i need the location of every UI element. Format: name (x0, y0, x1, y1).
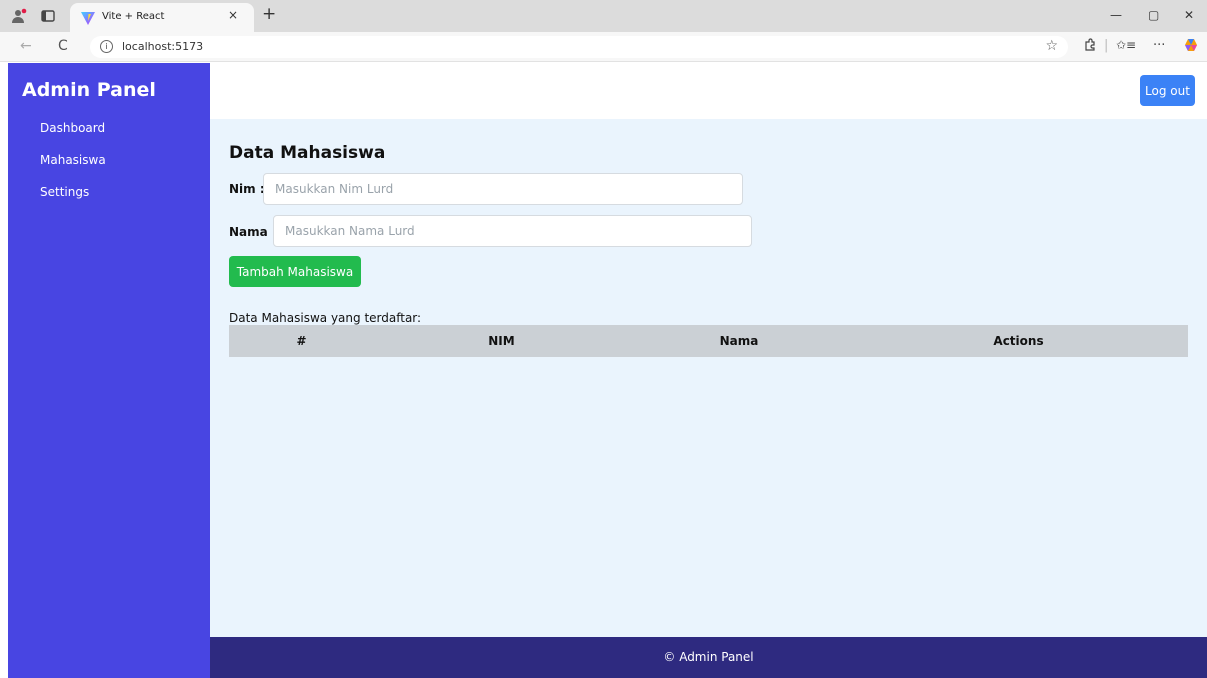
vite-logo-icon (81, 12, 95, 25)
sidebar-item-dashboard[interactable]: Dashboard (40, 121, 105, 135)
nim-label: Nim : (229, 182, 265, 196)
tab-actions-icon[interactable] (40, 8, 56, 24)
page-title: Data Mahasiswa (229, 143, 386, 163)
favorites-icon[interactable]: ✩≡ (1116, 38, 1136, 52)
profile-icon[interactable] (11, 8, 27, 24)
browser-address-bar: ← C i localhost:5173 ☆ | ✩≡ ··· (0, 32, 1207, 62)
sidebar: Admin Panel Dashboard Mahasiswa Settings (8, 63, 210, 678)
extensions-icon[interactable] (1083, 38, 1097, 52)
more-options-icon[interactable]: ··· (1153, 38, 1165, 53)
browser-tab-vite-react[interactable]: Vite + React × (70, 3, 254, 32)
browser-tab-bar: Vite + React × + — ▢ ✕ (0, 0, 1207, 32)
tab-title: Vite + React (102, 11, 165, 22)
window-close-icon[interactable]: ✕ (1184, 8, 1194, 22)
brand-title: Admin Panel (22, 79, 156, 101)
footer: © Admin Panel (210, 637, 1207, 678)
mahasiswa-table-header: # NIM Nama Actions (229, 325, 1188, 357)
maximize-icon[interactable]: ▢ (1148, 8, 1159, 22)
column-header-nim: NIM (488, 334, 515, 348)
sidebar-item-mahasiswa[interactable]: Mahasiswa (40, 153, 106, 167)
column-header-number: # (296, 334, 307, 348)
nama-input[interactable] (273, 215, 752, 247)
tab-close-icon[interactable]: × (228, 8, 238, 22)
toolbar-divider: | (1104, 38, 1109, 53)
reload-icon[interactable]: C (58, 38, 68, 54)
url-text[interactable]: localhost:5173 (122, 40, 203, 53)
url-field[interactable]: i localhost:5173 ☆ (90, 36, 1068, 58)
list-caption: Data Mahasiswa yang terdaftar: (229, 311, 422, 325)
column-header-actions: Actions (993, 334, 1044, 348)
copilot-icon[interactable] (1183, 37, 1199, 53)
favorite-star-icon[interactable]: ☆ (1045, 38, 1058, 54)
sidebar-item-settings[interactable]: Settings (40, 185, 89, 199)
column-header-nama: Nama (719, 334, 759, 348)
back-icon[interactable]: ← (20, 38, 32, 54)
minimize-icon[interactable]: — (1110, 8, 1122, 22)
add-mahasiswa-button[interactable]: Tambah Mahasiswa (229, 256, 361, 287)
nim-input[interactable] (263, 173, 743, 205)
new-tab-icon[interactable]: + (262, 4, 276, 24)
site-info-icon[interactable]: i (100, 40, 113, 53)
main-content: Data Mahasiswa Nim : Nama : Tambah Mahas… (210, 119, 1207, 637)
nama-label: Nama : (229, 225, 277, 239)
logout-button[interactable]: Log out (1140, 75, 1195, 106)
top-bar: Log out (210, 63, 1207, 119)
